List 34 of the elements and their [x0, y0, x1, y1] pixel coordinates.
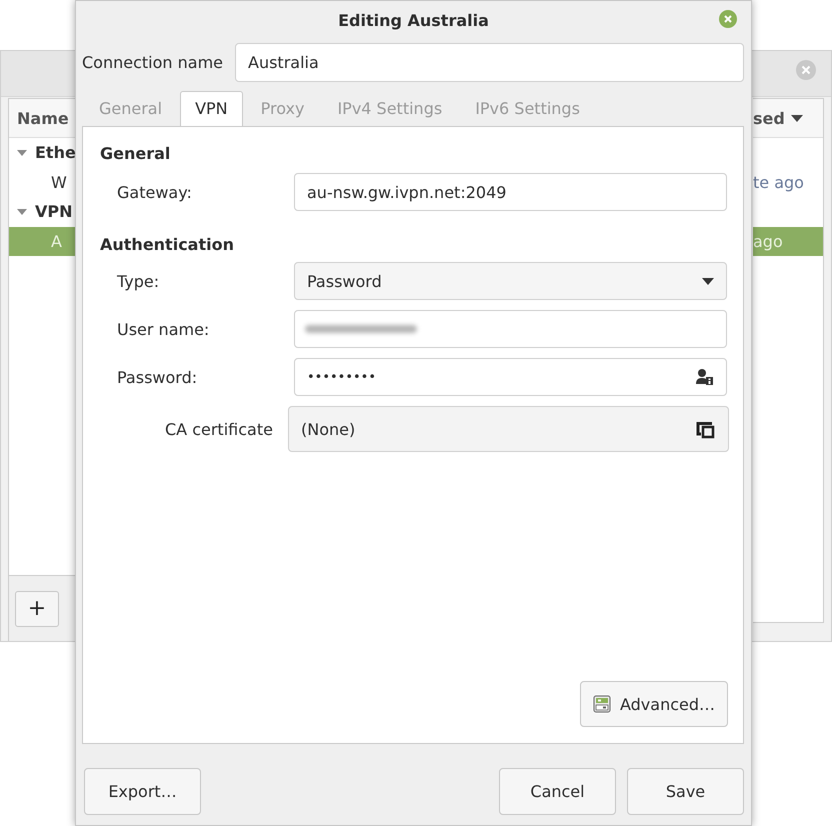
field-label: Gateway:: [117, 182, 193, 202]
dialog-button[interactable]: Cancel: [499, 768, 616, 815]
last-used-text: ago: [753, 232, 783, 251]
ca-certificate-button[interactable]: (None): [288, 406, 729, 452]
group-label[interactable]: VPN: [35, 202, 72, 222]
caret-icon: [702, 278, 714, 284]
user-name-field[interactable]: [294, 310, 727, 348]
expander-icon[interactable]: [17, 208, 27, 216]
field-label: Type:: [117, 272, 160, 290]
add-button[interactable]: +: [15, 590, 59, 626]
gateway-field[interactable]: au-nsw.gw.ivpn.net:2049: [294, 173, 727, 211]
dialog-button[interactable]: Save: [627, 768, 744, 815]
settings-icon: [592, 695, 611, 713]
sort-icon: [790, 114, 803, 122]
password-field[interactable]: •••••••••: [294, 358, 727, 396]
close-icon[interactable]: [718, 9, 738, 29]
field-label: User name:: [117, 320, 210, 338]
type-dropdown[interactable]: Password: [294, 262, 727, 300]
window-title: Editing Australia: [338, 10, 489, 30]
section-heading: Authentication: [100, 235, 235, 254]
field-label: Password:: [117, 368, 198, 386]
tab[interactable]: VPN: [180, 91, 243, 127]
field-label: CA certificate: [165, 420, 274, 438]
field-label: Connection name: [82, 53, 223, 72]
advanced-button[interactable]: Advanced…: [580, 681, 728, 727]
expander-icon[interactable]: [17, 148, 27, 157]
group-label[interactable]: Ethe: [35, 143, 76, 162]
user-icon[interactable]: [696, 368, 714, 386]
connection-name[interactable]: W: [51, 172, 67, 192]
connection-name-field[interactable]: Australia: [235, 43, 744, 82]
export-button[interactable]: Export…: [84, 768, 201, 815]
copy-icon: [696, 419, 716, 439]
section-heading: General: [100, 144, 172, 163]
last-used-text: te ago: [753, 172, 804, 192]
